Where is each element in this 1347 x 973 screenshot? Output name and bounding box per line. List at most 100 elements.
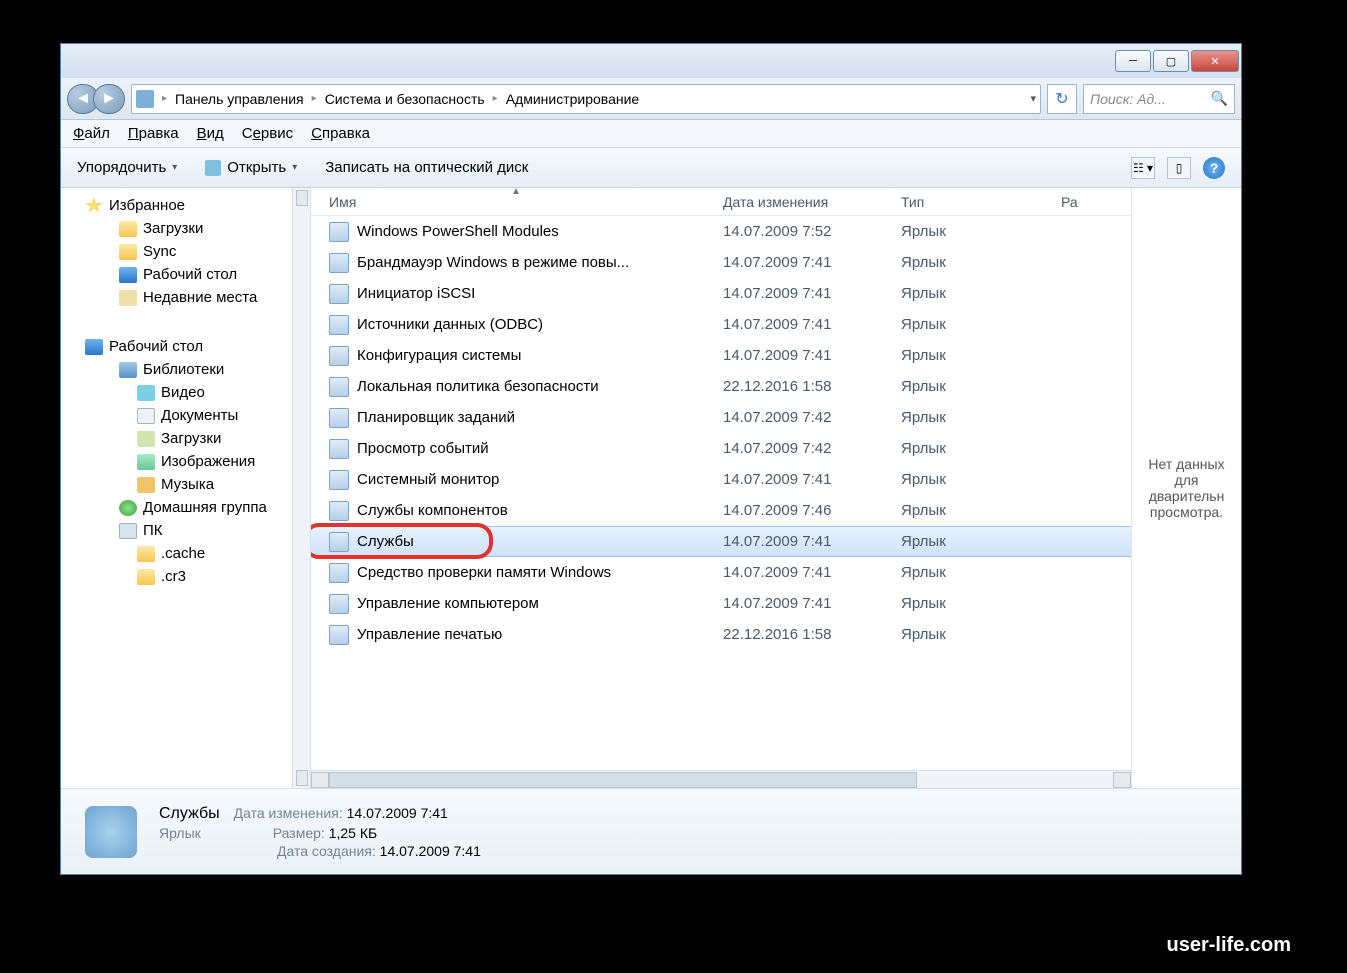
- nav-item[interactable]: Документы: [81, 404, 304, 427]
- nav-item[interactable]: ПК: [81, 519, 304, 542]
- breadcrumb[interactable]: Администрирование: [500, 88, 646, 110]
- close-button[interactable]: ✕: [1191, 50, 1239, 72]
- maximize-button[interactable]: ▢: [1153, 50, 1189, 72]
- nav-item[interactable]: .cr3: [81, 565, 304, 588]
- file-icon: [329, 594, 349, 614]
- main-area: ▲ Имя Дата изменения Тип Ра Windows Powe…: [311, 188, 1241, 788]
- menu-bar: Файл Правка Вид Сервис Справка: [61, 120, 1241, 148]
- refresh-button[interactable]: ↻: [1047, 84, 1077, 114]
- nav-buttons: ◄ ►: [67, 84, 125, 114]
- file-row[interactable]: Источники данных (ODBC)14.07.2009 7:41Яр…: [311, 309, 1131, 340]
- file-row[interactable]: Конфигурация системы14.07.2009 7:41Ярлык: [311, 340, 1131, 371]
- desktop-icon: [85, 339, 103, 355]
- folder-icon: [137, 431, 155, 447]
- nav-item[interactable]: Видео: [81, 381, 304, 404]
- file-icon: [329, 470, 349, 490]
- help-button[interactable]: ?: [1203, 157, 1225, 179]
- horizontal-scrollbar[interactable]: [311, 770, 1131, 788]
- preview-text: Нет данных для дварительн просмотра.: [1142, 456, 1231, 520]
- menu-file[interactable]: Файл: [73, 125, 110, 142]
- file-row[interactable]: Системный монитор14.07.2009 7:41Ярлык: [311, 464, 1131, 495]
- view-options-button[interactable]: ☷ ▾: [1131, 157, 1155, 179]
- file-icon: [329, 253, 349, 273]
- menu-view[interactable]: Вид: [197, 125, 224, 142]
- file-icon: [329, 532, 349, 552]
- file-row[interactable]: Управление печатью22.12.2016 1:58Ярлык: [311, 619, 1131, 650]
- address-bar: ◄ ► ▸ Панель управления ▸ Система и безо…: [61, 78, 1241, 120]
- folder-icon: [119, 267, 137, 283]
- folder-icon: [137, 408, 155, 424]
- details-name: Службы: [159, 805, 220, 823]
- search-icon: 🔍: [1211, 90, 1228, 107]
- file-row[interactable]: Средство проверки памяти Windows14.07.20…: [311, 557, 1131, 588]
- star-icon: [85, 198, 103, 214]
- nav-item[interactable]: Загрузки: [81, 427, 304, 450]
- dropdown-icon[interactable]: ▾: [1030, 92, 1036, 105]
- folder-icon: [137, 569, 155, 585]
- folder-icon: [137, 454, 155, 470]
- breadcrumb[interactable]: Система и безопасность: [319, 88, 491, 110]
- menu-tools[interactable]: Сервис: [242, 125, 293, 142]
- search-input[interactable]: Поиск: Ад... 🔍: [1083, 84, 1235, 114]
- file-icon: [329, 501, 349, 521]
- search-placeholder: Поиск: Ад...: [1090, 91, 1166, 107]
- nav-item[interactable]: .cache: [81, 542, 304, 565]
- scroll-right-icon[interactable]: [1113, 772, 1131, 788]
- body: Избранное ЗагрузкиSyncРабочий столНедавн…: [61, 188, 1241, 788]
- organize-button[interactable]: Упорядочить: [77, 159, 177, 176]
- scroll-thumb[interactable]: [329, 772, 917, 788]
- toolbar: Упорядочить Открыть Записать на оптическ…: [61, 148, 1241, 188]
- file-row[interactable]: Планировщик заданий14.07.2009 7:42Ярлык: [311, 402, 1131, 433]
- menu-help[interactable]: Справка: [311, 125, 370, 142]
- file-row[interactable]: Службы14.07.2009 7:41Ярлык: [311, 526, 1131, 557]
- file-icon: [329, 377, 349, 397]
- folder-icon: [137, 546, 155, 562]
- chevron-right-icon: ▸: [162, 93, 167, 104]
- nav-scrollbar[interactable]: [292, 188, 310, 788]
- nav-item[interactable]: Библиотеки: [81, 358, 304, 381]
- forward-button[interactable]: ►: [93, 84, 125, 114]
- file-row[interactable]: Службы компонентов14.07.2009 7:46Ярлык: [311, 495, 1131, 526]
- menu-edit[interactable]: Правка: [128, 125, 179, 142]
- folder-icon: [137, 477, 155, 493]
- column-date[interactable]: Дата изменения: [723, 194, 901, 210]
- file-row[interactable]: Инициатор iSCSI14.07.2009 7:41Ярлык: [311, 278, 1131, 309]
- details-subtype: Ярлык: [159, 825, 201, 841]
- minimize-button[interactable]: ─: [1115, 50, 1151, 72]
- nav-item[interactable]: Рабочий стол: [81, 263, 304, 286]
- details-pane: Службы Дата изменения: 14.07.2009 7:41 Я…: [61, 788, 1241, 874]
- sort-indicator-icon: ▲: [511, 186, 521, 197]
- folder-icon: [119, 290, 137, 306]
- nav-item[interactable]: Изображения: [81, 450, 304, 473]
- file-row[interactable]: Просмотр событий14.07.2009 7:42Ярлык: [311, 433, 1131, 464]
- column-type[interactable]: Тип: [901, 194, 1061, 210]
- file-row[interactable]: Windows PowerShell Modules14.07.2009 7:5…: [311, 216, 1131, 247]
- file-row[interactable]: Брандмауэр Windows в режиме повы...14.07…: [311, 247, 1131, 278]
- chevron-right-icon: ▸: [493, 93, 498, 104]
- nav-item[interactable]: Загрузки: [81, 217, 304, 240]
- column-size[interactable]: Ра: [1061, 194, 1131, 210]
- file-row[interactable]: Управление компьютером14.07.2009 7:41Ярл…: [311, 588, 1131, 619]
- scroll-left-icon[interactable]: [311, 772, 329, 788]
- folder-icon: [137, 385, 155, 401]
- nav-item[interactable]: Sync: [81, 240, 304, 263]
- file-list-pane: ▲ Имя Дата изменения Тип Ра Windows Powe…: [311, 188, 1131, 788]
- nav-item[interactable]: Музыка: [81, 473, 304, 496]
- file-row[interactable]: Локальная политика безопасности22.12.201…: [311, 371, 1131, 402]
- preview-pane-button[interactable]: ▯: [1167, 157, 1191, 179]
- open-icon: [205, 160, 221, 176]
- burn-button[interactable]: Записать на оптический диск: [325, 159, 528, 176]
- nav-item[interactable]: Недавние места: [81, 286, 304, 309]
- column-name[interactable]: Имя: [329, 194, 723, 210]
- open-button[interactable]: Открыть: [205, 159, 297, 176]
- folder-icon: [119, 244, 137, 260]
- address-field[interactable]: ▸ Панель управления ▸ Система и безопасн…: [131, 84, 1041, 114]
- nav-favorites[interactable]: Избранное: [81, 194, 304, 217]
- nav-item[interactable]: Домашняя группа: [81, 496, 304, 519]
- file-icon: [329, 222, 349, 242]
- breadcrumb[interactable]: Панель управления: [169, 88, 310, 110]
- file-icon: [329, 315, 349, 335]
- nav-desktop[interactable]: Рабочий стол: [81, 335, 304, 358]
- details-icon: [85, 806, 137, 858]
- file-icon: [329, 563, 349, 583]
